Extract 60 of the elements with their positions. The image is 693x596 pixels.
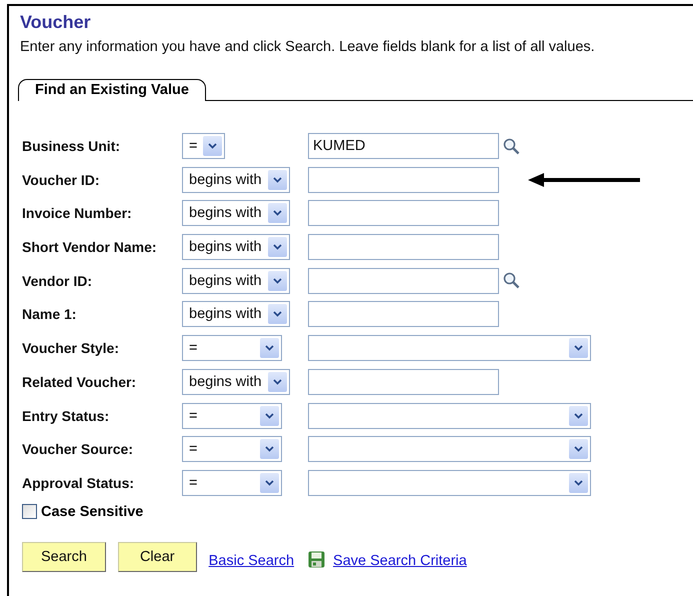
field-label: Voucher ID: — [22, 172, 101, 188]
field-label: Vendor ID: — [22, 272, 94, 289]
chevron-icon — [265, 446, 274, 452]
value-dropdown[interactable] — [308, 470, 591, 496]
page-title: Voucher — [20, 12, 91, 33]
operator-dropdown[interactable]: begins with — [182, 301, 290, 328]
link[interactable]: Basic Search — [208, 552, 294, 569]
field-label: Entry Status: — [22, 408, 110, 424]
chevron-icon — [272, 244, 282, 250]
text-field[interactable] — [308, 166, 499, 193]
operator-dropdown[interactable]: begins with — [182, 368, 290, 395]
operator-dropdown[interactable]: begins with — [182, 234, 290, 260]
operator-dropdown[interactable]: = — [182, 133, 226, 159]
link[interactable]: Save Search Criteria — [333, 552, 467, 569]
search-icon[interactable] — [504, 272, 520, 289]
text-field[interactable] — [308, 301, 499, 328]
text-field[interactable] — [308, 234, 499, 260]
chevron-icon — [272, 210, 282, 216]
value-dropdown[interactable] — [308, 402, 591, 428]
operator-dropdown[interactable]: = — [182, 470, 282, 496]
floppy-icon[interactable] — [308, 552, 325, 568]
chevron-icon — [574, 446, 583, 452]
tab[interactable]: Find an Existing Value — [18, 79, 206, 101]
chevron-icon — [272, 311, 282, 318]
instruction-text: Enter any information you have and click Search. Leave fields blank for a list of all values. — [20, 39, 595, 55]
checkbox-label: Case Sensitive — [41, 504, 144, 520]
field-label: Approval Status: — [22, 474, 136, 491]
value-dropdown[interactable] — [308, 436, 591, 462]
chevron-icon — [265, 480, 274, 486]
text-field[interactable]: KUMED — [308, 133, 499, 159]
field-label: Business Unit: — [22, 138, 122, 154]
operator-dropdown[interactable]: begins with — [182, 200, 290, 226]
chevron-icon — [272, 278, 282, 284]
operator-dropdown[interactable]: = — [182, 335, 282, 362]
operator-dropdown[interactable]: begins with — [182, 166, 290, 193]
text-field[interactable] — [308, 268, 499, 294]
text-field[interactable] — [308, 368, 499, 395]
search-button[interactable]: Search — [22, 542, 106, 572]
text-field[interactable] — [308, 200, 499, 226]
field-label: Related Voucher: — [22, 374, 138, 390]
chevron-icon — [574, 345, 583, 352]
clear-button[interactable]: Clear — [118, 542, 197, 572]
chevron-icon — [265, 412, 274, 418]
field-label: Name 1: — [22, 306, 78, 322]
checkbox[interactable] — [22, 504, 37, 520]
chevron-icon — [574, 480, 583, 486]
field-label: Invoice Number: — [22, 205, 133, 222]
operator-dropdown[interactable]: begins with — [182, 268, 290, 294]
operator-dropdown[interactable]: = — [182, 402, 282, 428]
chevron-icon — [272, 378, 282, 385]
chevron-icon — [208, 143, 218, 149]
chevron-icon — [265, 345, 274, 352]
chevron-icon — [272, 176, 282, 183]
field-label: Voucher Style: — [22, 340, 120, 356]
operator-dropdown[interactable]: = — [182, 436, 282, 462]
value-dropdown[interactable] — [308, 335, 591, 362]
chevron-icon — [574, 412, 583, 418]
search-icon[interactable] — [504, 138, 520, 154]
field-label: Short Vendor Name: — [22, 239, 158, 256]
field-label: Voucher Source: — [22, 441, 134, 458]
